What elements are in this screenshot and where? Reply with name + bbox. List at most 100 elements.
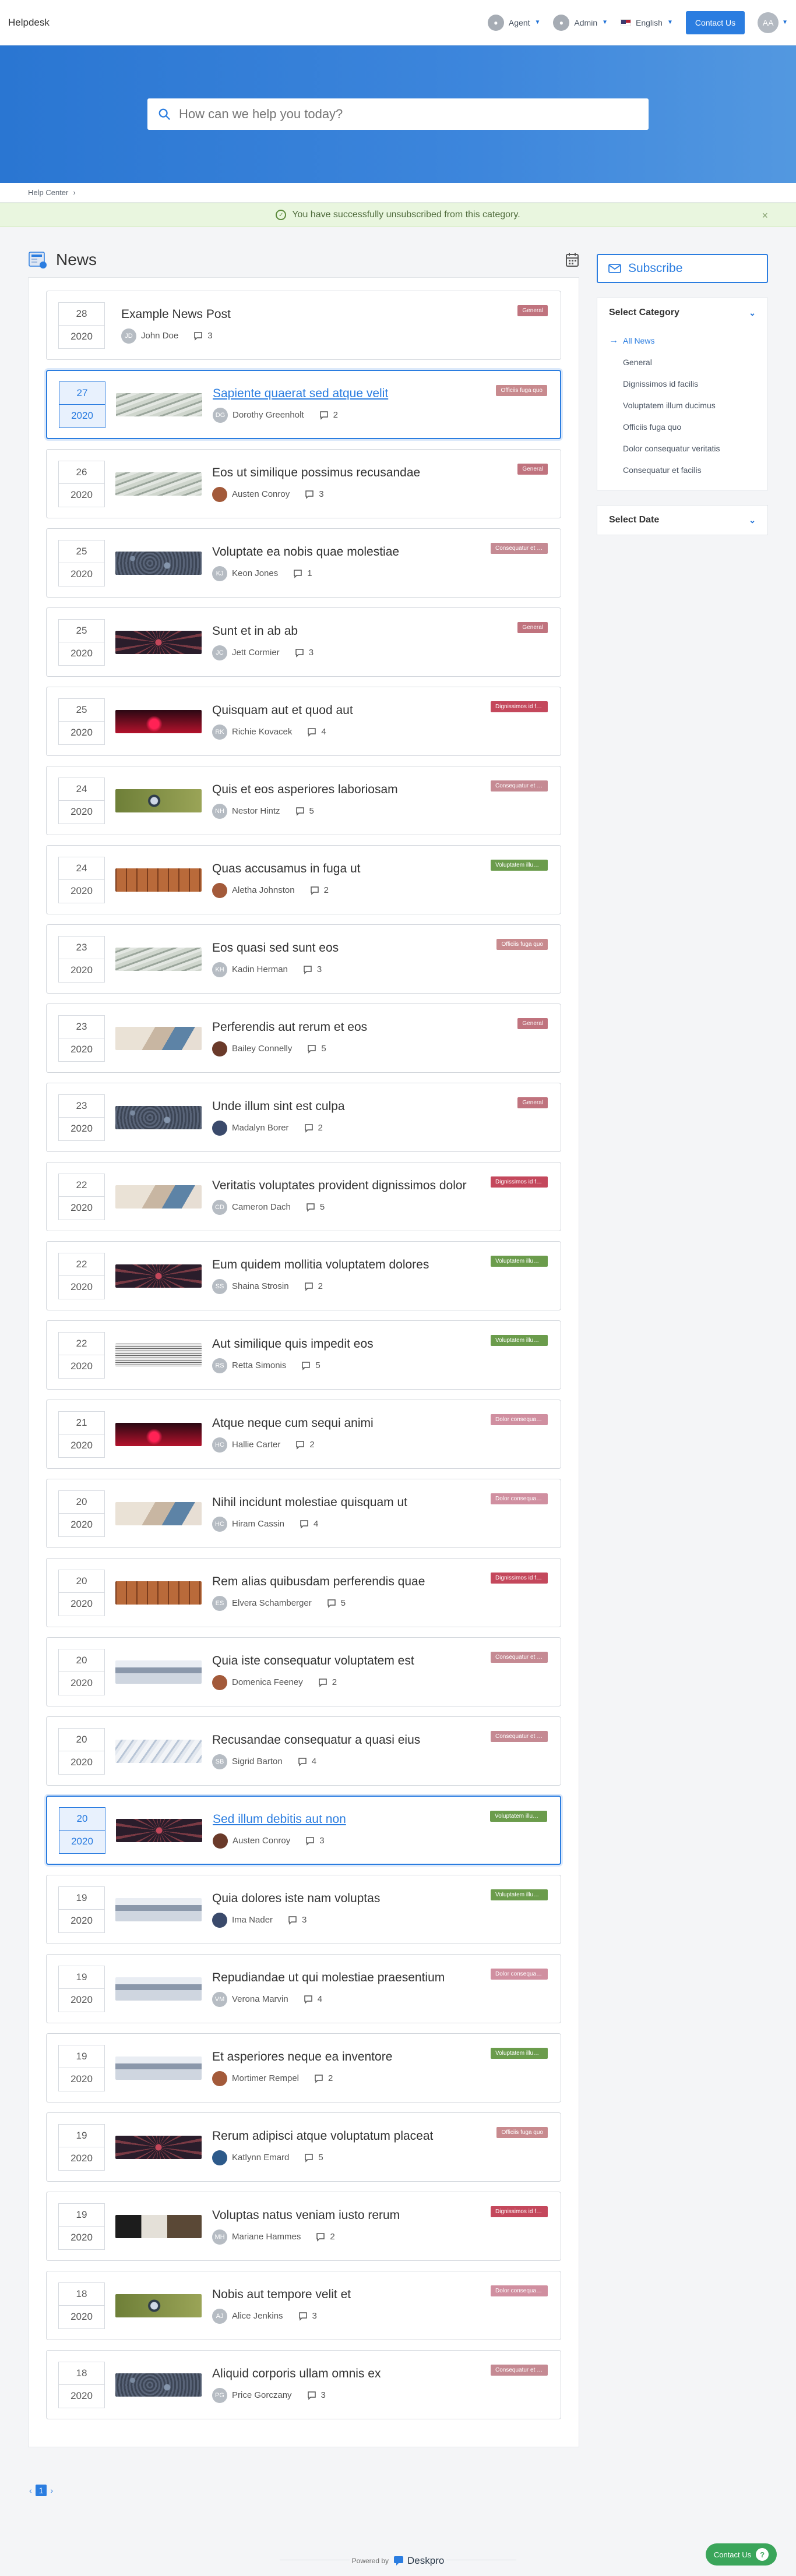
category-badge[interactable]: Voluptatem illum ducimus xyxy=(491,860,548,871)
post-title[interactable]: Veritatis voluptates provident dignissim… xyxy=(212,1179,486,1193)
news-card[interactable]: 21 2020 Atque neque cum sequi animi HC Halli… xyxy=(46,1400,561,1469)
news-card[interactable]: 22 2020 Aut similique quis impedit eos RS Re… xyxy=(46,1320,561,1390)
post-thumbnail[interactable] xyxy=(115,551,202,575)
deskpro-logo[interactable]: Deskpro xyxy=(393,2555,444,2567)
category-badge[interactable]: Dolor consequatur veritatis xyxy=(491,1493,548,1504)
category-badge[interactable]: Dolor consequatur veritatis xyxy=(491,1414,548,1425)
news-card[interactable]: 24 2020 Quas accusamus in fuga ut Aletha Jo… xyxy=(46,845,561,914)
post-thumbnail[interactable] xyxy=(115,1501,202,1525)
post-title[interactable]: Recusandae consequatur a quasi eius xyxy=(212,1733,486,1747)
post-title[interactable]: Quas accusamus in fuga ut xyxy=(212,862,486,876)
pagination-next[interactable]: › xyxy=(50,2486,53,2495)
brand-name[interactable]: Helpdesk xyxy=(8,17,50,29)
pagination-current[interactable]: 1 xyxy=(35,2485,47,2496)
news-card[interactable]: 25 2020 Quisquam aut et quod aut RK Richie K… xyxy=(46,687,561,756)
close-icon[interactable]: × xyxy=(762,210,768,222)
category-badge[interactable]: General xyxy=(517,622,548,633)
category-badge[interactable]: General xyxy=(517,464,548,475)
post-title[interactable]: Aut similique quis impedit eos xyxy=(212,1337,486,1351)
post-thumbnail[interactable] xyxy=(115,1422,202,1446)
news-card[interactable]: 25 2020 Voluptate ea nobis quae molestiae K… xyxy=(46,528,561,598)
post-thumbnail[interactable] xyxy=(115,947,202,971)
post-thumbnail[interactable] xyxy=(115,1581,202,1605)
news-card[interactable]: 23 2020 Eos quasi sed sunt eos KH Kadin Herm… xyxy=(46,924,561,994)
post-title[interactable]: Quisquam aut et quod aut xyxy=(212,704,486,718)
post-title[interactable]: Eos ut similique possimus recusandae xyxy=(212,466,486,480)
post-thumbnail[interactable] xyxy=(115,472,202,496)
category-badge[interactable]: Dignissimos id facilis xyxy=(491,701,548,712)
category-badge[interactable]: General xyxy=(517,305,548,316)
category-badge[interactable]: Officiis fuga quo xyxy=(496,2127,548,2138)
post-title[interactable]: Quis et eos asperiores laboriosam xyxy=(212,783,486,797)
post-thumbnail[interactable] xyxy=(115,1105,202,1129)
post-title[interactable]: Sapiente quaerat sed atque velit xyxy=(213,387,487,401)
news-card[interactable]: 20 2020 Sed illum debitis aut non Austen Co… xyxy=(46,1796,561,1865)
category-item[interactable]: General xyxy=(609,351,756,373)
language-select[interactable]: English ▼ xyxy=(621,18,673,27)
category-badge[interactable]: Officiis fuga quo xyxy=(496,939,548,950)
category-item[interactable]: Dolor consequatur veritatis xyxy=(609,437,756,459)
post-title[interactable]: Nobis aut tempore velit et xyxy=(212,2288,486,2302)
news-card[interactable]: 20 2020 Nihil incidunt molestiae quisquam … xyxy=(46,1479,561,1548)
post-title[interactable]: Et asperiores neque ea inventore xyxy=(212,2050,486,2064)
post-thumbnail[interactable] xyxy=(115,1977,202,2001)
contact-us-button[interactable]: Contact Us xyxy=(685,10,745,34)
news-card[interactable]: 22 2020 Eum quidem mollitia voluptatem dol… xyxy=(46,1241,561,1310)
category-header[interactable]: Select Category ⌄ xyxy=(609,308,756,318)
category-badge[interactable]: Voluptatem illum ducimus xyxy=(490,1811,547,1822)
news-card[interactable]: 20 2020 Quia iste consequatur voluptatem e… xyxy=(46,1637,561,1706)
category-badge[interactable]: Voluptatem illum ducimus xyxy=(491,1256,548,1267)
news-card[interactable]: 23 2020 Perferendis aut rerum et eos Bailey… xyxy=(46,1003,561,1073)
post-thumbnail[interactable] xyxy=(115,1739,202,1763)
post-title[interactable]: Quia dolores iste nam voluptas xyxy=(212,1892,486,1906)
category-badge[interactable]: General xyxy=(517,1097,548,1108)
post-thumbnail[interactable] xyxy=(115,789,202,812)
post-thumbnail[interactable] xyxy=(115,1897,202,1921)
category-item[interactable]: Officiis fuga quo xyxy=(609,416,756,437)
post-title[interactable]: Eum quidem mollitia voluptatem dolores xyxy=(212,1258,486,1272)
post-thumbnail[interactable] xyxy=(115,1660,202,1684)
pagination-prev[interactable]: ‹ xyxy=(29,2486,32,2495)
category-badge[interactable]: Consequatur et facilis xyxy=(491,543,548,554)
post-thumbnail[interactable] xyxy=(115,1026,202,1050)
post-title[interactable]: Example News Post xyxy=(121,308,395,321)
post-title[interactable]: Rem alias quibusdam perferendis quae xyxy=(212,1575,486,1589)
date-header[interactable]: Select Date ⌄ xyxy=(609,515,756,525)
category-item[interactable]: Consequatur et facilis xyxy=(609,459,756,480)
post-title[interactable]: Unde illum sint est culpa xyxy=(212,1100,486,1114)
category-badge[interactable]: Officiis fuga quo xyxy=(496,385,547,396)
post-thumbnail[interactable] xyxy=(115,2056,202,2080)
category-badge[interactable]: Voluptatem illum ducimus xyxy=(491,2048,548,2059)
floating-contact-button[interactable]: Contact Us ? xyxy=(706,2543,777,2566)
category-badge[interactable]: Consequatur et facilis xyxy=(491,1652,548,1663)
post-title[interactable]: Rerum adipisci atque voluptatum placeat xyxy=(212,2129,486,2143)
agent-menu[interactable]: ● Agent ▼ xyxy=(487,14,540,31)
search-box[interactable] xyxy=(147,98,649,130)
category-badge[interactable]: Consequatur et facilis xyxy=(491,2365,548,2376)
news-card[interactable]: 20 2020 Recusandae consequatur a quasi eiu… xyxy=(46,1716,561,1786)
post-thumbnail[interactable] xyxy=(115,709,202,733)
category-item[interactable]: Voluptatem illum ducimus xyxy=(609,394,756,416)
news-card[interactable]: 28 2020 Example News Post JD John Doe 3 Genera… xyxy=(46,291,561,360)
post-title[interactable]: Eos quasi sed sunt eos xyxy=(212,941,486,955)
news-card[interactable]: 19 2020 Voluptas natus veniam iusto rerum M… xyxy=(46,2192,561,2261)
post-thumbnail[interactable] xyxy=(116,393,202,416)
post-thumbnail[interactable] xyxy=(115,2373,202,2397)
news-card[interactable]: 25 2020 Sunt et in ab ab JC Jett Cormier 3 Gen… xyxy=(46,607,561,677)
category-badge[interactable]: Dignissimos id facilis xyxy=(491,1176,548,1188)
news-card[interactable]: 18 2020 Aliquid corporis ullam omnis ex PG P… xyxy=(46,2350,561,2419)
post-title[interactable]: Atque neque cum sequi animi xyxy=(212,1416,486,1430)
post-title[interactable]: Quia iste consequatur voluptatem est xyxy=(212,1654,486,1668)
news-card[interactable]: 22 2020 Veritatis voluptates provident dig… xyxy=(46,1162,561,1231)
post-title[interactable]: Voluptas natus veniam iusto rerum xyxy=(212,2208,486,2222)
news-card[interactable]: 19 2020 Rerum adipisci atque voluptatum pl… xyxy=(46,2112,561,2182)
post-thumbnail[interactable] xyxy=(115,1185,202,1209)
category-badge[interactable]: Dignissimos id facilis xyxy=(491,1573,548,1584)
category-badge[interactable]: Dignissimos id facilis xyxy=(491,2206,548,2217)
post-thumbnail[interactable] xyxy=(115,2214,202,2238)
post-title[interactable]: Sunt et in ab ab xyxy=(212,624,486,638)
user-menu[interactable]: AA ▼ xyxy=(758,12,788,33)
post-title[interactable]: Voluptate ea nobis quae molestiae xyxy=(212,545,486,559)
news-card[interactable]: 19 2020 Et asperiores neque ea inventore Mo… xyxy=(46,2033,561,2103)
news-card[interactable]: 27 2020 Sapiente quaerat sed atque velit DG… xyxy=(46,370,561,439)
